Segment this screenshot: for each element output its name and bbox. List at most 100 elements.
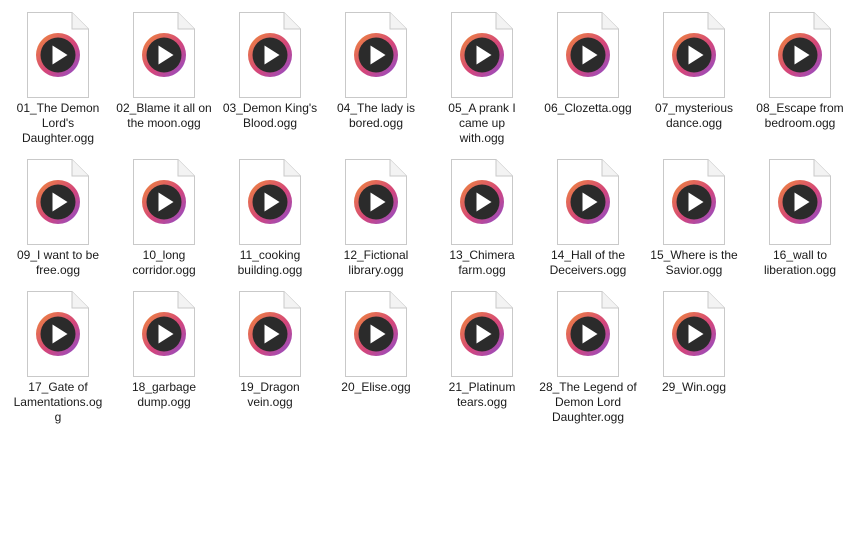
file-name-line: came up [458,116,506,130]
file-name-line: dance.ogg [665,116,723,130]
audio-file-icon[interactable] [768,12,832,98]
file-item[interactable]: 07_mysterious dance.ogg [641,6,747,153]
file-item[interactable]: 01_The Demon Lord's Daughter.ogg [5,6,111,153]
file-name-line: 29_Win.ogg [661,380,727,394]
file-item[interactable]: 29_Win.ogg [641,285,747,435]
audio-file-icon[interactable] [238,12,302,98]
file-name-line: 07_mysterious [654,101,734,115]
audio-file-icon[interactable] [26,291,90,377]
file-item[interactable]: 19_Dragon vein.ogg [217,285,323,435]
audio-file-icon[interactable] [556,12,620,98]
audio-file-icon[interactable] [26,159,90,245]
file-name-line: 04_The lady is [336,101,416,115]
audio-file-icon[interactable] [26,12,90,98]
audio-file-icon[interactable] [132,291,196,377]
audio-file-icon[interactable] [556,291,620,377]
file-name-line: vein.ogg [247,395,293,409]
file-name-line: 10_long [142,248,186,262]
file-name-label: 15_Where is the Savior.ogg [644,248,744,278]
file-name-label: 06_Clozetta.ogg [538,101,638,116]
file-item[interactable]: 10_long corridor.ogg [111,153,217,285]
file-item[interactable]: 16_wall to liberation.ogg [747,153,853,285]
file-name-line: 18_garbage [131,380,197,394]
file-name-line: corridor.ogg [132,263,196,277]
audio-file-icon[interactable] [450,291,514,377]
file-item[interactable]: 13_Chimera farm.ogg [429,153,535,285]
file-name-label: 08_Escape from bedroom.ogg [750,101,850,131]
file-name-line: 19_Dragon [240,380,300,394]
file-name-line: dump.ogg [137,395,191,409]
file-item[interactable]: 05_A prank Icame up with.ogg [429,6,535,153]
audio-file-icon[interactable] [344,291,408,377]
file-item[interactable]: 17_Gate of Lamentations.og g [5,285,111,435]
file-item[interactable]: 15_Where is the Savior.ogg [641,153,747,285]
file-item[interactable]: 14_Hall of the Deceivers.ogg [535,153,641,285]
file-name-label: 05_A prank Icame up with.ogg [432,101,532,146]
file-item[interactable]: 28_The Legend of Demon Lord Daughter.ogg [535,285,641,435]
file-name-line: 08_Escape from [756,101,844,115]
file-name-line: 15_Where is the [650,248,738,262]
file-name-label: 16_wall to liberation.ogg [750,248,850,278]
file-name-line: 17_Gate of [28,380,88,394]
file-item[interactable]: 02_Blame it all on the moon.ogg [111,6,217,153]
file-name-line: Blood.ogg [242,116,298,130]
file-name-line: liberation.ogg [763,263,837,277]
file-name-line: tears.ogg [456,395,508,409]
audio-file-icon[interactable] [132,12,196,98]
file-name-label: 01_The Demon Lord's Daughter.ogg [8,101,108,146]
audio-file-icon[interactable] [344,159,408,245]
file-name-label: 03_Demon King's Blood.ogg [220,101,320,131]
audio-file-icon[interactable] [238,291,302,377]
file-item[interactable]: 04_The lady is bored.ogg [323,6,429,153]
file-name-label: 07_mysterious dance.ogg [644,101,744,131]
file-name-label: 11_cooking building.ogg [220,248,320,278]
file-name-label: 18_garbage dump.ogg [114,380,214,410]
file-name-line: 13_Chimera [449,248,515,262]
audio-file-icon[interactable] [662,159,726,245]
file-name-line: 02_Blame it all on [116,101,212,115]
audio-file-icon[interactable] [238,159,302,245]
file-name-label: 12_Fictional library.ogg [326,248,426,278]
file-name-line: 03_Demon King's [222,101,318,115]
audio-file-icon[interactable] [450,159,514,245]
file-item[interactable]: 03_Demon King's Blood.ogg [217,6,323,153]
file-item[interactable]: 06_Clozetta.ogg [535,6,641,153]
file-name-label: 19_Dragon vein.ogg [220,380,320,410]
audio-file-icon[interactable] [662,12,726,98]
file-item[interactable]: 11_cooking building.ogg [217,153,323,285]
file-name-label: 13_Chimera farm.ogg [432,248,532,278]
file-name-label: 21_Platinum tears.ogg [432,380,532,410]
file-name-label: 02_Blame it all on the moon.ogg [114,101,214,131]
audio-file-icon[interactable] [450,12,514,98]
file-item[interactable]: 21_Platinum tears.ogg [429,285,535,435]
file-name-line: 11_cooking [239,248,301,262]
file-name-line: farm.ogg [458,263,506,277]
audio-file-icon[interactable] [344,12,408,98]
audio-file-icon[interactable] [556,159,620,245]
file-name-line: bored.ogg [348,116,404,130]
file-name-line: Savior.ogg [665,263,723,277]
audio-file-icon[interactable] [132,159,196,245]
file-item[interactable]: 12_Fictional library.ogg [323,153,429,285]
file-name-line: 28_The Legend of [539,380,637,394]
file-name-line: Demon Lord [554,395,622,409]
file-item[interactable]: 18_garbage dump.ogg [111,285,217,435]
file-name-line: 14_Hall of the [550,248,626,262]
file-name-label: 17_Gate of Lamentations.og g [8,380,108,425]
audio-file-icon[interactable] [662,291,726,377]
file-name-line: Lord's [41,116,75,130]
file-name-label: 14_Hall of the Deceivers.ogg [538,248,638,278]
file-name-line: free.ogg [35,263,81,277]
file-name-line: 09_I want to be [16,248,100,262]
file-item[interactable]: 08_Escape from bedroom.ogg [747,6,853,153]
file-name-label: 10_long corridor.ogg [114,248,214,278]
file-name-line: bedroom.ogg [764,116,836,130]
audio-file-icon[interactable] [768,159,832,245]
file-name-label: 28_The Legend of Demon Lord Daughter.ogg [538,380,638,425]
file-name-label: 29_Win.ogg [644,380,744,395]
file-name-line: 01_The Demon [16,101,100,115]
file-name-line: the moon.ogg [127,116,201,130]
file-item[interactable]: 09_I want to be free.ogg [5,153,111,285]
file-item[interactable]: 20_Elise.ogg [323,285,429,435]
file-name-label: 20_Elise.ogg [326,380,426,395]
